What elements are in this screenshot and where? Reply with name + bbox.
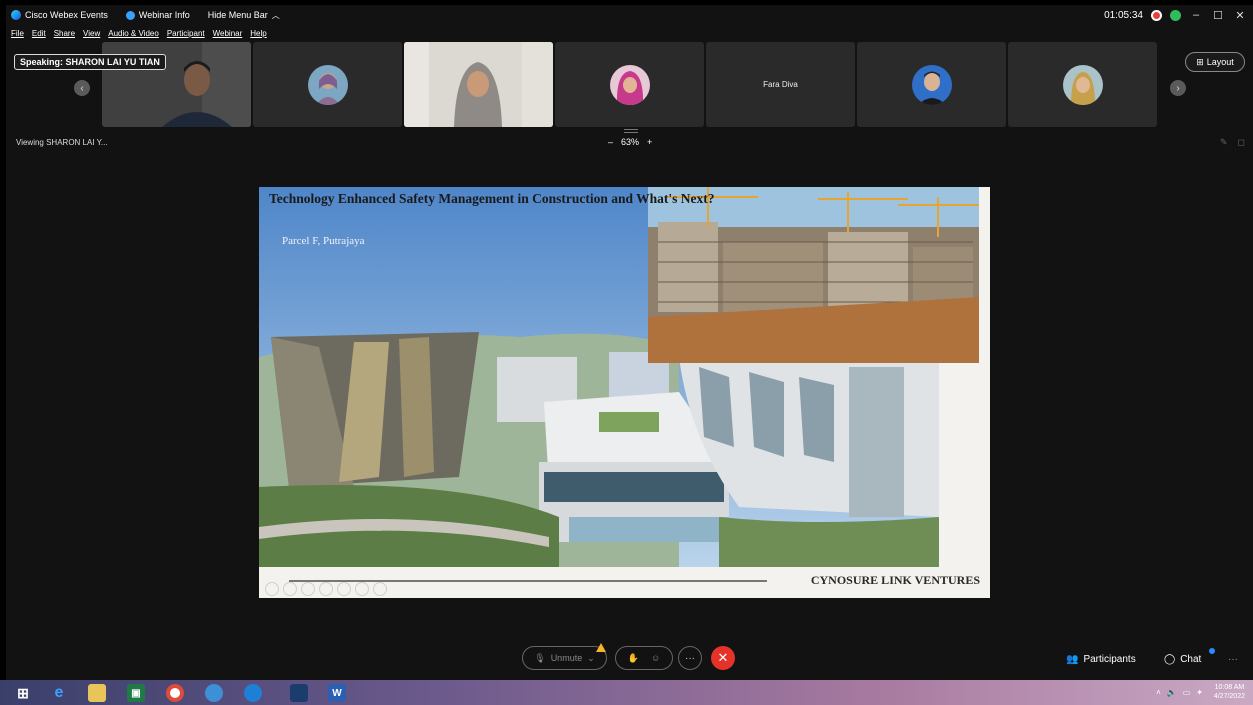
video-tile-5[interactable]: Fara Diva <box>706 42 855 127</box>
app-title[interactable]: Cisco Webex Events <box>11 10 108 20</box>
zoom-in-button[interactable]: + <box>647 137 652 147</box>
unmute-button[interactable]: 🎙 Unmute ⌄ <box>522 643 607 670</box>
webinar-info-button[interactable]: Webinar Info <box>125 10 190 20</box>
shared-slide: Technology Enhanced Safety Management in… <box>259 187 990 598</box>
zoom-out-button[interactable]: – <box>608 137 613 147</box>
system-tray: ˄ 🔈 ▭ ✦ <box>1156 688 1203 697</box>
next-slide-icon[interactable] <box>283 582 297 596</box>
layout-button[interactable]: ⊞ Layout <box>1185 52 1245 72</box>
media-toggle-group: ✋ ☺ <box>615 646 673 670</box>
hand-icon[interactable]: ✋ <box>628 653 639 664</box>
meeting-controls: 🎙 Unmute ⌄ ✋ ☺ ··· ✕ 👥 Participants ◯ Ch… <box>6 640 1253 675</box>
avatar <box>307 64 348 105</box>
avatar <box>911 64 952 105</box>
windows-start-icon[interactable]: ⊞ <box>14 684 32 702</box>
edge-icon[interactable] <box>244 684 262 702</box>
slide-title: Technology Enhanced Safety Management in… <box>269 191 715 206</box>
active-speaker-label: Speaking: SHARON LAI YU TIAN <box>14 54 166 70</box>
file-explorer-icon[interactable] <box>88 684 106 702</box>
drag-handle-icon[interactable] <box>624 129 638 133</box>
chat-icon: ◯ <box>1164 654 1176 665</box>
search-app-icon[interactable] <box>205 684 223 702</box>
chat-button[interactable]: ◯ Chat <box>1164 654 1201 665</box>
title-bar-right: 01:05:34 – ☐ ✕ <box>1104 5 1247 25</box>
title-bar: Cisco Webex Events Webinar Info Hide Men… <box>6 5 1253 25</box>
slide-location-label: Parcel F, Putrajaya <box>282 235 365 247</box>
avatar <box>609 64 650 105</box>
connection-status-icon[interactable] <box>1170 9 1181 21</box>
notification-icon[interactable]: ✦ <box>1196 688 1203 697</box>
windows-taskbar: ⊞ e ▣ W ˄ 🔈 ▭ ✦ 10:08 AM 4/27/2022 <box>0 680 1253 705</box>
prev-slide-icon[interactable] <box>265 582 279 596</box>
participant-strip: Speaking: SHARON LAI YU TIAN ‹ Fara Diva… <box>6 42 1253 127</box>
viewing-label[interactable]: Viewing SHARON LAI Y... <box>16 138 108 147</box>
video-tile-3[interactable] <box>404 42 553 127</box>
more-button[interactable]: ··· <box>678 646 702 670</box>
slideshow-controls <box>265 582 387 596</box>
webex-logo-icon <box>11 10 21 20</box>
chat-notification-badge <box>1209 648 1215 654</box>
close-button[interactable]: ✕ <box>1233 9 1247 22</box>
menu-bar: File Edit Share View Audio & Video Parti… <box>6 25 267 41</box>
slide-brand: CYNOSURE LINK VENTURES <box>810 573 980 587</box>
fullscreen-icon[interactable]: ◻ <box>1238 137 1245 148</box>
network-icon[interactable]: ▭ <box>1183 688 1191 697</box>
zoom-icon[interactable] <box>337 582 351 596</box>
volume-icon[interactable]: 🔈 <box>1167 688 1177 697</box>
chevron-up-icon[interactable]: ˄ <box>1156 688 1161 697</box>
recording-icon[interactable] <box>1151 9 1162 21</box>
chevron-down-icon[interactable]: ⌄ <box>587 653 595 664</box>
webex-taskbar-icon[interactable] <box>290 684 308 702</box>
microphone-icon: 🎙 <box>534 652 546 663</box>
viewing-bar: Viewing SHARON LAI Y... – 63% + ✎ ◻ <box>6 129 1253 149</box>
construction-site-photo <box>648 187 979 363</box>
annotate-icon[interactable]: ✎ <box>1220 137 1228 148</box>
view-options: ✎ ◻ <box>1220 137 1245 148</box>
pen-icon[interactable] <box>301 582 315 596</box>
participants-icon: 👥 <box>1066 654 1079 665</box>
internet-explorer-icon[interactable]: e <box>50 684 68 702</box>
menu-share[interactable]: Share <box>54 29 75 38</box>
hide-menu-bar-button[interactable]: Hide Menu Bar ︿ <box>208 10 280 21</box>
avatar <box>1062 64 1103 105</box>
slides-icon[interactable] <box>319 582 333 596</box>
menu-help[interactable]: Help <box>250 29 266 38</box>
more-options-icon[interactable] <box>373 582 387 596</box>
participant-video-woman <box>404 42 553 127</box>
zoom-level: 63% <box>621 137 640 147</box>
meeting-timer: 01:05:34 <box>1104 9 1143 21</box>
subtitle-icon[interactable] <box>355 582 369 596</box>
video-tile-4[interactable] <box>555 42 704 127</box>
warning-icon <box>596 643 606 652</box>
minimize-button[interactable]: – <box>1189 9 1203 21</box>
participant-name: Fara Diva <box>763 80 798 89</box>
word-icon[interactable]: W <box>328 684 346 702</box>
next-participants-button[interactable]: › <box>1170 80 1186 96</box>
video-tile-7[interactable] <box>1008 42 1157 127</box>
prev-participants-button[interactable]: ‹ <box>74 80 90 96</box>
store-icon[interactable]: ▣ <box>127 684 145 702</box>
menu-view[interactable]: View <box>83 29 100 38</box>
menu-participant[interactable]: Participant <box>167 29 205 38</box>
chrome-icon[interactable] <box>166 684 184 702</box>
menu-webinar[interactable]: Webinar <box>213 29 243 38</box>
reactions-icon[interactable]: ☺ <box>651 653 660 663</box>
video-tile-2[interactable] <box>253 42 402 127</box>
menu-edit[interactable]: Edit <box>32 29 46 38</box>
menu-file[interactable]: File <box>11 29 24 38</box>
overflow-button[interactable]: ··· <box>1228 654 1238 665</box>
taskbar-clock[interactable]: 10:08 AM 4/27/2022 <box>1214 683 1245 701</box>
restore-button[interactable]: ☐ <box>1211 9 1225 22</box>
grid-icon: ⊞ <box>1196 56 1204 67</box>
participants-button[interactable]: 👥 Participants <box>1066 654 1136 665</box>
chevron-up-icon: ︿ <box>271 10 280 20</box>
menu-audio-video[interactable]: Audio & Video <box>108 29 159 38</box>
info-icon <box>125 10 135 20</box>
leave-meeting-button[interactable]: ✕ <box>711 646 735 670</box>
video-tile-6[interactable] <box>857 42 1006 127</box>
zoom-control: – 63% + <box>608 137 652 147</box>
